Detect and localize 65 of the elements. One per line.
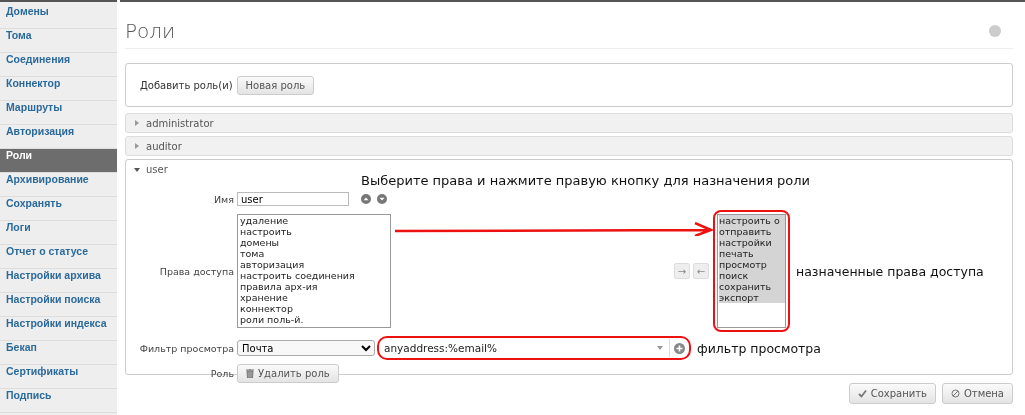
- assigned-listbox[interactable]: настроить о отправить настройки печать просмотр поиск сохранить экспорт: [717, 214, 786, 328]
- list-option[interactable]: авторизация: [240, 259, 390, 270]
- caret-down-icon: [134, 166, 140, 173]
- name-input[interactable]: user: [237, 192, 349, 206]
- field-label: Имя: [213, 193, 234, 205]
- sidebar-item[interactable]: Архивирование: [0, 173, 117, 197]
- list-option[interactable]: коннектор: [240, 303, 390, 314]
- list-option[interactable]: роли поль-й.: [240, 314, 390, 325]
- sidebar-item[interactable]: Сохранять: [0, 197, 117, 221]
- sidebar-item[interactable]: Настройки архива: [0, 269, 117, 293]
- sidebar-item[interactable]: Отчет о статусе: [0, 245, 117, 269]
- list-option[interactable]: сохранить: [719, 281, 785, 292]
- cancel-icon: [950, 389, 960, 398]
- sidebar-item[interactable]: Настройки индекса: [0, 317, 117, 341]
- list-option[interactable]: настроить: [240, 226, 390, 237]
- annotation-text: назначенные права доступа: [796, 263, 984, 279]
- field-label: Фильтр просмотра: [138, 342, 234, 354]
- field-label: Роль: [209, 368, 234, 379]
- add-icon[interactable]: [674, 342, 685, 354]
- list-option[interactable]: правила арх-ия: [240, 281, 390, 292]
- delete-role-button[interactable]: Удалить роль: [237, 364, 339, 383]
- annotation-text: Выберите права и нажмите правую кнопку для назначения роли: [361, 173, 812, 188]
- list-option[interactable]: экспорт: [719, 292, 785, 303]
- page-title: Роли: [125, 19, 176, 43]
- trash-icon: [246, 369, 254, 378]
- sidebar-item[interactable]: Домены: [0, 5, 117, 29]
- move-down-icon[interactable]: [377, 194, 387, 204]
- permissions-listbox[interactable]: удаление настроить домены тома авторизация настроить соединения правила арх-ия хранение коннектор роли поль-й.: [237, 214, 391, 328]
- new-role-button[interactable]: Новая роль: [236, 75, 315, 95]
- field-label: Права доступа: [158, 265, 234, 277]
- annotation-text: фильтр просмотра: [697, 340, 821, 356]
- cancel-button[interactable]: Отмена: [941, 383, 1013, 404]
- list-option[interactable]: печать: [719, 248, 785, 259]
- sidebar-item[interactable]: Настройки поиска: [0, 293, 117, 317]
- list-option[interactable]: хранение: [240, 292, 390, 303]
- caret-right-icon: [134, 120, 140, 126]
- sidebar-item[interactable]: Роли: [0, 149, 117, 173]
- dropdown-caret-icon[interactable]: [657, 346, 663, 350]
- sidebar-item[interactable]: Коннектор: [0, 77, 117, 101]
- role-header[interactable]: auditor: [125, 136, 1013, 156]
- sidebar-item[interactable]: Тома: [0, 29, 117, 53]
- list-option[interactable]: поиск: [719, 270, 785, 281]
- role-header[interactable]: administrator: [125, 113, 1013, 133]
- caret-right-icon: [134, 143, 140, 149]
- list-option[interactable]: настройки: [719, 237, 785, 248]
- add-role-label: Добавить роль(и): [140, 79, 233, 91]
- checkmark-icon: [857, 389, 867, 398]
- list-option[interactable]: домены: [240, 237, 390, 248]
- sidebar-item[interactable]: Сертификаты: [0, 365, 117, 389]
- sidebar-item[interactable]: Соединения: [0, 53, 117, 77]
- list-option[interactable]: просмотр: [719, 259, 785, 270]
- sidebar-item[interactable]: Маршруты: [0, 101, 117, 125]
- role-name[interactable]: user: [146, 164, 168, 175]
- sidebar-item[interactable]: Логи: [0, 221, 117, 245]
- sidebar-item[interactable]: Бекап: [0, 341, 117, 365]
- list-option[interactable]: удаление: [240, 215, 390, 226]
- list-option[interactable]: отправить: [719, 226, 785, 237]
- sidebar-item[interactable]: Подпись: [0, 389, 117, 413]
- save-button[interactable]: Сохранить: [848, 383, 936, 404]
- filter-type-select[interactable]: Почта: [237, 340, 375, 356]
- list-option[interactable]: тома: [240, 248, 390, 259]
- move-up-icon[interactable]: [361, 194, 371, 204]
- list-option[interactable]: настроить соединения: [240, 270, 390, 281]
- filter-value-field[interactable]: anyaddress:%email%: [380, 339, 670, 357]
- list-option[interactable]: настроить о: [719, 215, 785, 226]
